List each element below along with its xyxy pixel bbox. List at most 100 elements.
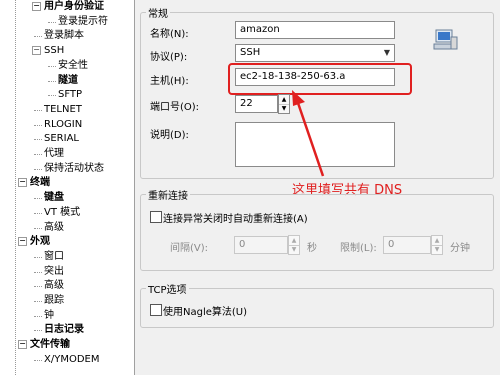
limit-input[interactable]: 0 <box>383 236 431 254</box>
tree-item-label: 登录提示符 <box>58 15 108 27</box>
tree-item-label: 高级 <box>44 280 64 292</box>
reconnect-checkbox-label: 连接异常关闭时自动重新连接(A) <box>163 214 308 225</box>
tree-item[interactable]: 登录提示符 <box>48 15 108 29</box>
tree-item-label: 跟踪 <box>44 295 64 306</box>
interval-unit: 秒 <box>307 243 317 254</box>
tree-item[interactable]: VT 模式 <box>34 206 81 220</box>
chevron-down-icon: ▼ <box>383 48 391 57</box>
tree-item[interactable]: − 用户身份验证 <box>32 0 104 14</box>
tree-item-label: 日志记录 <box>44 324 84 336</box>
limit-value: 0 <box>388 239 395 250</box>
reconnect-group-title: 重新连接 <box>146 187 190 202</box>
limit-unit: 分钟 <box>450 243 470 254</box>
tree-guide-line <box>15 0 16 375</box>
collapse-icon[interactable]: − <box>18 237 27 247</box>
tree-item[interactable]: − 文件传输 <box>18 338 70 352</box>
limit-stepper[interactable]: ▲ ▼ <box>431 235 443 255</box>
tree-item-label: SSH <box>44 45 65 57</box>
reconnect-group <box>140 194 494 271</box>
stepper-down-icon[interactable]: ▼ <box>289 245 299 254</box>
tree-item-label: 隧道 <box>58 74 78 86</box>
tcp-group-title: TCP选项 <box>146 281 189 296</box>
category-tree[interactable]: − 用户身份验证 登录提示符 登录脚本 − SSH 安全性 隧道 SFTP TELNET RLOGI… <box>0 0 135 375</box>
tree-item-label: 键盘 <box>44 192 64 204</box>
interval-input[interactable]: 0 <box>234 236 288 254</box>
tree-connector <box>34 154 42 155</box>
port-input[interactable]: 22 <box>235 95 278 113</box>
tree-connector <box>34 359 42 361</box>
interval-value: 0 <box>239 239 246 250</box>
tree-item-label: SFTP <box>58 89 83 101</box>
tree-connector <box>34 286 42 288</box>
tree-item[interactable]: RLOGIN <box>34 118 82 132</box>
tree-item[interactable]: 窗口 <box>34 250 64 264</box>
tree-item[interactable]: 跟踪 <box>34 294 64 308</box>
nagle-checkbox[interactable] <box>150 304 162 316</box>
tree-item-label: 高级 <box>44 221 64 233</box>
tree-item[interactable]: − 终端 <box>18 176 50 190</box>
tree-connector <box>34 198 42 200</box>
tree-item[interactable]: 代理 <box>34 147 64 161</box>
tree-item-label: 保持活动状态 <box>44 162 104 174</box>
collapse-icon[interactable]: − <box>32 2 41 11</box>
tree-connector <box>34 315 42 317</box>
tree-item-label: 突出 <box>44 265 64 277</box>
tree-connector <box>34 139 42 141</box>
arrow-icon <box>292 90 325 177</box>
tree-item[interactable]: 保持活动状态 <box>34 162 104 176</box>
tree-item-label: TELNET <box>44 103 82 115</box>
limit-label: 限制(L): <box>340 243 377 254</box>
nagle-checkbox-label: 使用Nagle算法(U) <box>163 307 248 318</box>
collapse-icon[interactable]: − <box>18 340 27 350</box>
description-label: 说明(D): <box>150 130 189 141</box>
tree-item[interactable]: 高级 <box>34 279 64 293</box>
tree-connector <box>34 271 42 273</box>
interval-stepper[interactable]: ▲ ▼ <box>288 235 300 255</box>
tree-item-label: VT 模式 <box>44 206 81 218</box>
tree-item[interactable]: 隧道 <box>48 74 78 88</box>
tree-item[interactable]: 高级 <box>34 221 64 235</box>
tree-connector <box>34 227 42 229</box>
tree-item-label: 登录脚本 <box>44 30 84 42</box>
computer-icon <box>433 29 458 50</box>
tree-connector <box>48 21 56 23</box>
tree-connector <box>34 36 42 38</box>
tree-item[interactable]: TELNET <box>34 103 82 117</box>
tree-connector <box>34 301 42 302</box>
tree-item[interactable]: 登录脚本 <box>34 29 84 43</box>
tree-item[interactable]: SERIAL <box>34 132 79 146</box>
tree-item-label: 终端 <box>30 177 50 189</box>
tree-item-label: 用户身份验证 <box>44 1 104 12</box>
tree-connector <box>34 109 42 111</box>
port-label: 端口号(O): <box>150 102 200 113</box>
reconnect-checkbox[interactable] <box>150 211 162 223</box>
tree-item-label: 安全性 <box>58 59 88 71</box>
tree-connector <box>34 256 42 258</box>
protocol-select[interactable]: SSH ▼ <box>235 44 395 62</box>
name-input[interactable]: amazon <box>235 21 395 39</box>
tree-item[interactable]: − 外观 <box>18 235 50 249</box>
tree-connector <box>34 330 42 332</box>
tree-item[interactable]: 突出 <box>34 265 64 279</box>
tree-item[interactable]: 键盘 <box>34 191 64 205</box>
tree-connector <box>48 65 56 67</box>
tree-connector <box>48 95 56 97</box>
tree-item-label: 外观 <box>30 236 50 248</box>
tree-connector <box>34 168 42 170</box>
tree-item[interactable]: 安全性 <box>48 59 88 73</box>
tree-connector <box>34 212 42 214</box>
tree-item[interactable]: − SSH <box>32 44 65 58</box>
tree-item[interactable]: 钟 <box>34 309 54 323</box>
name-value: amazon <box>240 24 280 35</box>
interval-label: 间隔(V): <box>170 243 209 254</box>
collapse-icon[interactable]: − <box>18 178 27 188</box>
tree-item[interactable]: 日志记录 <box>34 323 84 337</box>
general-group-title: 常规 <box>146 5 170 20</box>
stepper-down-icon[interactable]: ▼ <box>432 245 442 254</box>
protocol-value: SSH <box>240 47 261 58</box>
tree-item[interactable]: SFTP <box>48 88 83 102</box>
tree-item[interactable]: X/YMODEM <box>34 353 99 367</box>
host-label: 主机(H): <box>150 76 189 87</box>
port-value: 22 <box>240 98 253 109</box>
collapse-icon[interactable]: − <box>32 46 41 56</box>
